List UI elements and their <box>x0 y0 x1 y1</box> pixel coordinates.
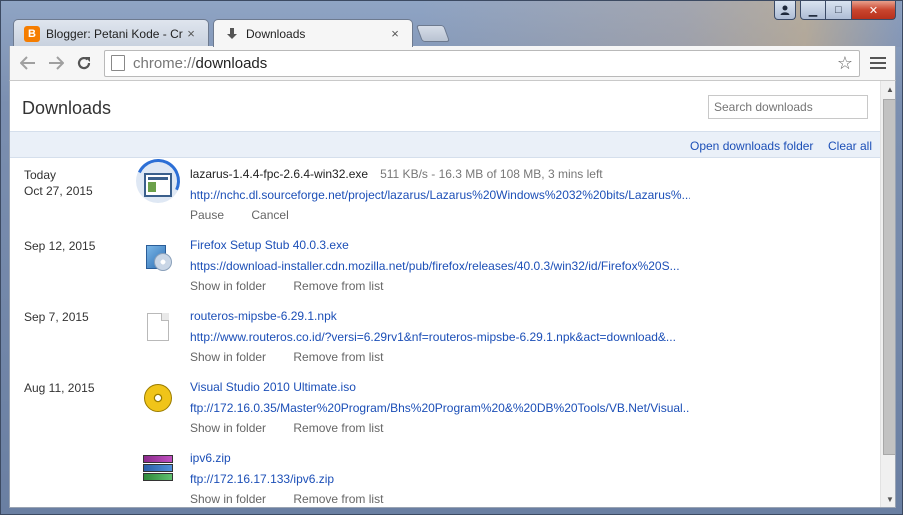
show-in-folder-link[interactable]: Show in folder <box>190 350 266 364</box>
downloads-list: Today Oct 27, 2015 lazarus-1.4.4-fpc-2.6… <box>10 159 880 507</box>
maximize-button[interactable]: □ <box>826 1 852 20</box>
download-file-name-link[interactable]: Firefox Setup Stub 40.0.3.exe <box>190 238 349 252</box>
download-arrow-icon <box>224 26 240 42</box>
download-actions: Show in folder Remove from list <box>190 279 407 293</box>
tab-strip: B Blogger: Petani Kode - Cr × Downloads … <box>13 19 613 47</box>
minimize-button[interactable]: ▁ <box>800 1 826 20</box>
download-item: Sep 12, 2015 Firefox Setup Stub 40.0.3.e… <box>10 230 880 301</box>
browser-window: ▁ □ ✕ B Blogger: Petani Kode - Cr × Down… <box>0 0 903 515</box>
blogger-icon: B <box>24 25 40 42</box>
search-downloads-input[interactable] <box>708 95 868 119</box>
show-in-folder-link[interactable]: Show in folder <box>190 421 266 435</box>
profile-icon[interactable] <box>774 1 796 20</box>
download-date: Aug 11, 2015 <box>24 380 95 396</box>
open-downloads-folder-link[interactable]: Open downloads folder <box>690 139 813 153</box>
archive-icon <box>140 451 176 487</box>
scrollbar-thumb[interactable] <box>883 99 895 455</box>
tab-downloads[interactable]: Downloads × <box>213 19 413 47</box>
file-name-text: lazarus-1.4.4-fpc-2.6.4-win32.exe <box>190 167 369 181</box>
downloads-action-bar: Open downloads folder Clear all <box>10 131 880 158</box>
download-actions: Show in folder Remove from list <box>190 421 407 435</box>
disc-icon <box>140 380 176 416</box>
window-controls: ▁ □ ✕ <box>774 1 896 21</box>
download-date: Sep 7, 2015 <box>24 309 89 325</box>
address-bar[interactable]: chrome://downloads ☆ <box>104 49 860 77</box>
bookmark-star-icon[interactable]: ☆ <box>837 53 853 74</box>
remove-from-list-link[interactable]: Remove from list <box>293 350 383 364</box>
exe-file-icon <box>140 167 176 203</box>
download-url-link[interactable]: http://www.routeros.co.id/?versi=6.29rv1… <box>190 330 676 344</box>
download-item: ipv6.zip ftp://172.16.17.133/ipv6.zip Sh… <box>10 443 880 507</box>
downloads-page: Downloads Open downloads folder Clear al… <box>9 80 896 508</box>
close-button[interactable]: ✕ <box>852 1 896 20</box>
installer-icon <box>140 238 176 274</box>
download-actions: Show in folder Remove from list <box>190 492 407 506</box>
scroll-down-arrow-icon[interactable]: ▼ <box>886 495 894 504</box>
toolbar: chrome://downloads ☆ <box>9 46 896 80</box>
tab-title: Blogger: Petani Kode - Cr <box>46 26 183 41</box>
tab-title: Downloads <box>246 26 306 41</box>
download-item: Today Oct 27, 2015 lazarus-1.4.4-fpc-2.6… <box>10 159 880 230</box>
date-value: Aug 11, 2015 <box>24 381 95 395</box>
tab-close-icon[interactable]: × <box>184 26 198 41</box>
download-actions: Show in folder Remove from list <box>190 350 407 364</box>
download-file-name-link[interactable]: ipv6.zip <box>190 451 231 465</box>
download-date: Sep 12, 2015 <box>24 238 95 254</box>
tab-close-icon[interactable]: × <box>388 26 402 41</box>
tab-blogger[interactable]: B Blogger: Petani Kode - Cr × <box>13 19 209 47</box>
download-url-link[interactable]: ftp://172.16.17.133/ipv6.zip <box>190 472 334 486</box>
download-url-link[interactable]: https://download-installer.cdn.mozilla.n… <box>190 259 680 273</box>
page-title: Downloads <box>22 98 112 118</box>
url-host: downloads <box>195 54 268 72</box>
download-url-link[interactable]: ftp://172.16.0.35/Master%20Program/Bhs%2… <box>190 401 690 415</box>
menu-hamburger-icon[interactable] <box>870 57 886 69</box>
download-date: Today Oct 27, 2015 <box>24 167 93 199</box>
remove-from-list-link[interactable]: Remove from list <box>293 492 383 506</box>
new-tab-button[interactable] <box>415 25 451 42</box>
back-arrow-icon[interactable] <box>14 49 42 77</box>
forward-arrow-icon[interactable] <box>42 49 70 77</box>
date-label: Today <box>24 168 57 182</box>
download-item: Aug 11, 2015 Visual Studio 2010 Ultimate… <box>10 372 880 443</box>
remove-from-list-link[interactable]: Remove from list <box>293 421 383 435</box>
date-value: Sep 12, 2015 <box>24 239 96 253</box>
download-actions: Pause Cancel <box>190 208 313 222</box>
clear-all-link[interactable]: Clear all <box>828 139 872 153</box>
reload-icon[interactable] <box>70 49 98 77</box>
scroll-up-arrow-icon[interactable]: ▲ <box>886 85 894 94</box>
date-value: Oct 27, 2015 <box>24 184 93 198</box>
url-scheme: chrome:// <box>133 54 196 72</box>
show-in-folder-link[interactable]: Show in folder <box>190 492 266 506</box>
page-icon <box>111 55 125 71</box>
scrollbar[interactable]: ▲ ▼ <box>880 81 895 507</box>
date-value: Sep 7, 2015 <box>24 310 89 324</box>
document-icon <box>140 309 176 345</box>
cancel-link[interactable]: Cancel <box>251 208 288 222</box>
download-progress-text: 511 KB/s - 16.3 MB of 108 MB, 3 mins lef… <box>380 167 603 181</box>
show-in-folder-link[interactable]: Show in folder <box>190 279 266 293</box>
download-url-link[interactable]: http://nchc.dl.sourceforge.net/project/l… <box>190 188 690 202</box>
download-file-name-link[interactable]: routeros-mipsbe-6.29.1.npk <box>190 309 337 323</box>
download-file-name: lazarus-1.4.4-fpc-2.6.4-win32.exe 511 KB/… <box>190 167 603 181</box>
pause-link[interactable]: Pause <box>190 208 224 222</box>
download-item: Sep 7, 2015 routeros-mipsbe-6.29.1.npk h… <box>10 301 880 372</box>
remove-from-list-link[interactable]: Remove from list <box>293 279 383 293</box>
download-file-name-link[interactable]: Visual Studio 2010 Ultimate.iso <box>190 380 356 394</box>
